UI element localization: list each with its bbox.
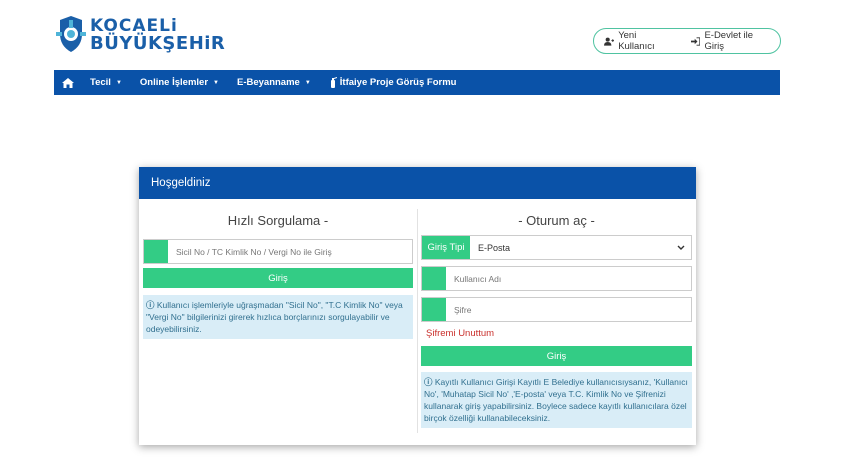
logo[interactable]: KOCAELi BÜYÜKŞEHiR <box>54 14 244 56</box>
nav-home[interactable] <box>62 77 74 88</box>
login-type-value-box[interactable]: E-Posta <box>470 236 691 259</box>
nav-itfaiye-form[interactable]: İtfaiye Proje Görüş Formu <box>329 77 457 88</box>
info-icon: ⓘ <box>424 377 433 387</box>
chevron-down-icon <box>677 245 685 250</box>
nav-e-beyanname-label: E-Beyanname <box>236 77 300 88</box>
username-input-group: Kullanıcı Adı <box>421 266 692 291</box>
login-button[interactable]: Giriş <box>421 346 692 366</box>
top-buttons: Yeni Kullanıcı E-Devlet ile Giriş <box>593 28 781 54</box>
input-addon <box>422 298 446 321</box>
nav-online-islemler-label: Online İşlemler <box>139 77 209 88</box>
edevlet-login-button[interactable]: E-Devlet ile Giriş <box>691 30 770 52</box>
card-title: Hoşgeldiniz <box>139 167 696 199</box>
quick-query-info-text: Kullanıcı işlemleriyle uğraşmadan "Sicil… <box>146 300 403 334</box>
password-input[interactable]: Şifre <box>446 298 691 321</box>
password-input-group: Şifre <box>421 297 692 322</box>
sign-in-icon <box>691 36 701 46</box>
nav-tecil-label: Tecil <box>90 77 111 88</box>
input-addon <box>144 240 168 263</box>
sicil-input-group: Sicil No / TC Kimlik No / Vergi No ile G… <box>143 239 413 264</box>
main-navbar: Tecil ▼ Online İşlemler ▼ E-Beyanname ▼ İtf… <box>54 70 780 95</box>
nav-e-beyanname[interactable]: E-Beyanname ▼ <box>237 77 311 88</box>
new-user-label: Yeni Kullanıcı <box>618 30 655 52</box>
login-title: - Oturum aç - <box>518 213 595 228</box>
fire-extinguisher-icon <box>330 77 337 88</box>
add-user-icon <box>604 37 615 46</box>
chevron-down-icon: ▼ <box>213 79 219 86</box>
header: KOCAELi BÜYÜKŞEHiR Yeni Kullanıcı E-Devl… <box>0 0 860 70</box>
login-type-value: E-Posta <box>478 242 511 253</box>
input-addon <box>422 267 446 290</box>
home-icon <box>62 77 74 88</box>
login-type-label: Giriş Tipi <box>422 236 470 259</box>
quick-query-title: Hızlı Sorgulama - <box>227 213 329 228</box>
chevron-down-icon: ▼ <box>304 79 311 86</box>
logo-text-line2: BÜYÜKŞEHiR <box>90 33 226 54</box>
quick-query-section: Hızlı Sorgulama - Sicil No / TC Kimlik N… <box>143 209 413 339</box>
logo-mark-icon <box>56 16 86 52</box>
username-input[interactable]: Kullanıcı Adı <box>446 267 691 290</box>
login-card: Hoşgeldiniz Hızlı Sorgulama - Sicil No /… <box>139 167 696 445</box>
quick-query-info: ⓘ Kullanıcı işlemleriyle uğraşmadan "Sic… <box>143 295 413 339</box>
forgot-password-link[interactable]: Şifremi Unuttum <box>421 327 692 341</box>
new-user-button[interactable]: Yeni Kullanıcı <box>604 30 671 52</box>
login-type-select[interactable]: Giriş Tipi E-Posta <box>421 235 692 260</box>
edevlet-label: E-Devlet ile Giriş <box>704 30 754 52</box>
nav-tecil[interactable]: Tecil ▼ <box>90 77 122 88</box>
login-info: ⓘ Kayıtlı Kullanıcı Girişi Kayıtlı E Bel… <box>421 372 692 428</box>
chevron-down-icon: ▼ <box>115 79 122 86</box>
sicil-input[interactable]: Sicil No / TC Kimlik No / Vergi No ile G… <box>168 240 412 263</box>
login-section: - Oturum aç - Giriş Tipi E-Posta Kullanı… <box>421 209 692 428</box>
column-divider <box>417 209 418 433</box>
nav-online-islemler[interactable]: Online İşlemler ▼ <box>140 77 219 88</box>
quick-login-button[interactable]: Giriş <box>143 268 413 288</box>
nav-itfaiye-form-label: İtfaiye Proje Görüş Formu <box>339 77 457 88</box>
login-info-text: Kayıtlı Kullanıcı Girişi Kayıtlı E Beled… <box>424 377 688 423</box>
info-icon: ⓘ <box>146 300 155 310</box>
